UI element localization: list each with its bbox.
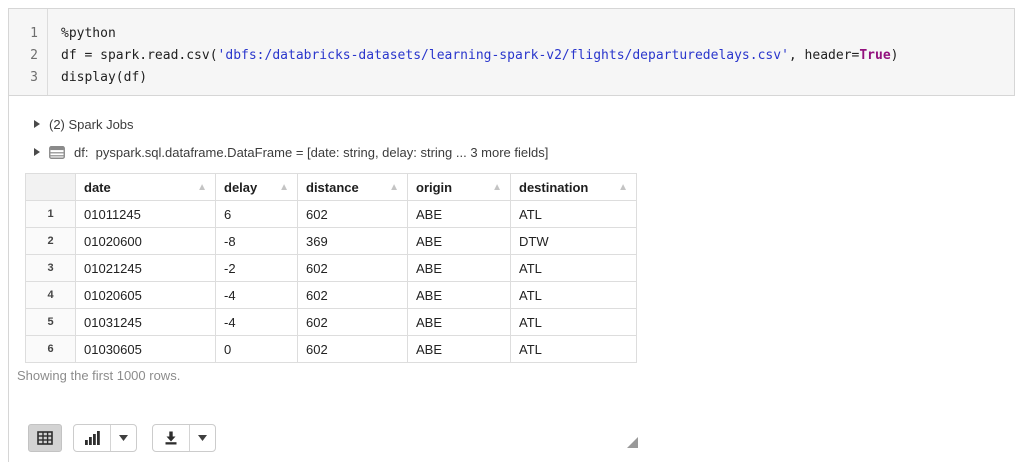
- table-cell: 01031245: [76, 309, 216, 336]
- rows-shown-note: Showing the first 1000 rows.: [17, 368, 180, 383]
- row-number: 2: [26, 228, 76, 255]
- code-line[interactable]: %python: [61, 23, 1014, 45]
- table-row: 401020605-4602ABEATL: [26, 282, 637, 309]
- triangle-up-icon[interactable]: ▲: [618, 182, 628, 193]
- triangle-up-icon[interactable]: ▲: [197, 182, 207, 193]
- table-cell: 01030605: [76, 336, 216, 363]
- table-cell: 01020600: [76, 228, 216, 255]
- code-segment-plain: df = spark.read.csv(: [61, 48, 218, 63]
- row-number: 6: [26, 336, 76, 363]
- table-row: 201020600-8369ABEDTW: [26, 228, 637, 255]
- table-cell: 602: [298, 336, 408, 363]
- table-cell: ABE: [408, 336, 511, 363]
- dataframe-icon: [49, 146, 65, 159]
- download-options-button[interactable]: [189, 425, 215, 451]
- table-cell: ATL: [511, 255, 637, 282]
- code-segment-plain: ): [891, 48, 899, 63]
- line-number: 2: [9, 45, 38, 67]
- results-toolbar: [28, 424, 216, 452]
- line-number: 1: [9, 23, 38, 45]
- table-cell: ABE: [408, 255, 511, 282]
- resize-handle[interactable]: [627, 437, 638, 448]
- chevron-right-icon[interactable]: [34, 120, 40, 128]
- table-cell: ABE: [408, 282, 511, 309]
- dataframe-info-label[interactable]: df: pyspark.sql.dataframe.DataFrame = [d…: [74, 145, 548, 160]
- table-cell: ATL: [511, 309, 637, 336]
- corner-header-cell: [26, 174, 76, 201]
- code-line[interactable]: df = spark.read.csv('dbfs:/databricks-da…: [61, 45, 1014, 67]
- table-row: 301021245-2602ABEATL: [26, 255, 637, 282]
- caret-down-icon: [119, 435, 128, 441]
- table-cell: 602: [298, 282, 408, 309]
- column-header-label: origin: [416, 180, 452, 195]
- row-number: 1: [26, 201, 76, 228]
- row-number: 4: [26, 282, 76, 309]
- table-cell: -8: [216, 228, 298, 255]
- column-header-destination[interactable]: destination ▲: [511, 174, 637, 201]
- code-segment-plain: , header=: [789, 48, 859, 63]
- chart-options-button[interactable]: [110, 425, 136, 451]
- triangle-up-icon[interactable]: ▲: [492, 182, 502, 193]
- download-icon: [163, 431, 179, 445]
- download-button-group: [152, 424, 216, 452]
- column-header-origin[interactable]: origin ▲: [408, 174, 511, 201]
- code-segment-plain: display(df): [61, 70, 147, 85]
- line-number: 3: [9, 67, 38, 89]
- column-header-label: distance: [306, 180, 359, 195]
- chart-button-group: [73, 424, 137, 452]
- download-button[interactable]: [153, 425, 189, 451]
- column-header-delay[interactable]: delay ▲: [216, 174, 298, 201]
- table-cell: 602: [298, 255, 408, 282]
- table-cell: ABE: [408, 228, 511, 255]
- table-cell: 01011245: [76, 201, 216, 228]
- table-cell: DTW: [511, 228, 637, 255]
- table-cell: -4: [216, 282, 298, 309]
- column-header-date[interactable]: date ▲: [76, 174, 216, 201]
- column-header-label: delay: [224, 180, 257, 195]
- table-grid-icon: [37, 431, 53, 445]
- cell-command-label: Cmd 2: [25, 0, 129, 3]
- code-editor: 123 %python df = spark.read.csv('dbfs:/da…: [8, 8, 1015, 96]
- triangle-up-icon[interactable]: ▲: [389, 182, 399, 193]
- table-row: 1010112456602ABEATL: [26, 201, 637, 228]
- table-cell: 0: [216, 336, 298, 363]
- chart-view-button[interactable]: [74, 425, 110, 451]
- table-cell: ATL: [511, 282, 637, 309]
- caret-down-icon: [198, 435, 207, 441]
- table-cell: 01021245: [76, 255, 216, 282]
- code-segment-string: 'dbfs:/databricks-datasets/learning-spar…: [218, 48, 789, 63]
- column-header-distance[interactable]: distance ▲: [298, 174, 408, 201]
- table-row: 6010306050602ABEATL: [26, 336, 637, 363]
- triangle-up-icon[interactable]: ▲: [279, 182, 289, 193]
- table-cell: 369: [298, 228, 408, 255]
- row-number: 3: [26, 255, 76, 282]
- chevron-right-icon[interactable]: [34, 148, 40, 156]
- table-cell: -4: [216, 309, 298, 336]
- column-header-label: destination: [519, 180, 588, 195]
- code-line[interactable]: display(df): [61, 67, 1014, 89]
- table-row: 501031245-4602ABEATL: [26, 309, 637, 336]
- table-cell: ABE: [408, 309, 511, 336]
- bar-chart-icon: [85, 431, 100, 445]
- spark-jobs-label[interactable]: (2) Spark Jobs: [49, 117, 134, 132]
- table-cell: ATL: [511, 336, 637, 363]
- code-segment-plain: %python: [61, 26, 116, 41]
- table-cell: ATL: [511, 201, 637, 228]
- line-number-gutter: 123: [9, 9, 48, 95]
- code-segment-keyword: True: [859, 48, 890, 63]
- dataframe-info-toggle[interactable]: df: pyspark.sql.dataframe.DataFrame = [d…: [34, 143, 548, 161]
- table-cell: 602: [298, 309, 408, 336]
- code-text[interactable]: %python df = spark.read.csv('dbfs:/databr…: [48, 9, 1014, 95]
- table-cell: 602: [298, 201, 408, 228]
- table-view-button[interactable]: [28, 424, 62, 452]
- row-number: 5: [26, 309, 76, 336]
- spark-jobs-toggle[interactable]: (2) Spark Jobs: [34, 115, 134, 133]
- table-cell: ABE: [408, 201, 511, 228]
- results-table: date ▲ delay ▲ distance ▲ origin ▲ destination ▲ 1…: [25, 173, 637, 363]
- table-cell: 6: [216, 201, 298, 228]
- table-cell: 01020605: [76, 282, 216, 309]
- column-header-label: date: [84, 180, 111, 195]
- table-cell: -2: [216, 255, 298, 282]
